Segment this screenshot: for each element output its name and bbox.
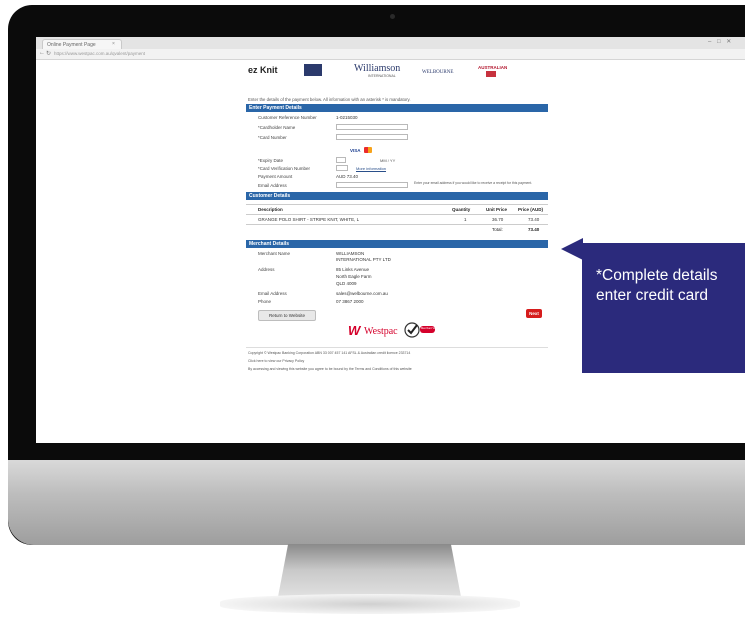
amount-label: Payment Amount: [258, 174, 293, 179]
callout-pointer: [561, 238, 583, 260]
card-number-input[interactable]: [336, 134, 408, 140]
more-info-link[interactable]: More information: [356, 166, 386, 171]
table-row-rule: [246, 224, 548, 225]
merchant-name-label: Merchant Name: [258, 251, 291, 256]
verified-badge: [404, 322, 436, 338]
footer-terms: By accessing and viewing this website yo…: [248, 367, 412, 371]
cvn-label: *Card Verification Number: [258, 166, 311, 171]
merchant-phone-label: Phone: [258, 299, 272, 304]
mastercard-icon: [364, 147, 372, 153]
expiry-month-input[interactable]: [336, 157, 346, 163]
row-description: GRANGE POLO SHIRT - STRIPE KNIT, WHITE, …: [258, 217, 360, 222]
merchant-name-2: INTERNATIONAL PTY LTD: [336, 257, 391, 262]
col-quantity: Quantity: [452, 207, 471, 212]
cardholder-label: *Cardholder Name: [258, 125, 296, 130]
merchant-email-value: sales@welbourne.com.au: [336, 291, 388, 296]
callout-text: *Complete details enter credit card: [596, 266, 745, 306]
browser-tab[interactable]: Online Payment Page: [42, 39, 122, 49]
ezknit-logo: ez Knit: [248, 65, 278, 75]
total-value: 73.40: [528, 227, 540, 232]
expiry-label: *Expiry Date: [258, 158, 284, 163]
email-hint: Enter your email address if you would li…: [414, 181, 533, 185]
westpac-logo: Westpac: [364, 326, 398, 337]
monitor-chin: [8, 460, 745, 545]
williamson-logo: Williamson: [354, 63, 401, 74]
email-label: Email Address: [258, 183, 287, 188]
col-price: Price (AUD): [518, 207, 544, 212]
welbourne-logo: WELBOURNE: [422, 70, 454, 75]
row-price: 73.40: [528, 217, 540, 222]
australian-logo: AUSTRALIAN: [478, 65, 508, 70]
callout-box: [582, 243, 745, 373]
westpac-w-icon: W: [348, 323, 361, 338]
cardholder-input[interactable]: [336, 124, 408, 130]
customer-ref-label: Customer Reference Number: [258, 115, 317, 120]
monitor-screen: Online Payment Page × – □ ✕ ← ↻ https://…: [36, 37, 745, 443]
payment-page: ez Knit Williamson INTERNATIONAL WELBOUR…: [246, 61, 548, 443]
crest-logo: [304, 64, 322, 76]
footer-rule: [246, 347, 548, 348]
email-input[interactable]: [336, 182, 408, 188]
callout-line-1: *Complete details: [596, 267, 718, 284]
card-number-label: *Card Number: [258, 135, 287, 140]
reload-icon[interactable]: ↻: [46, 50, 51, 57]
visa-icon: VISA: [350, 148, 361, 153]
flag-logo: [486, 71, 496, 77]
expiry-hint: MM / YY: [380, 158, 396, 163]
callout-line-2: enter credit card: [596, 287, 708, 304]
col-unit-price: Unit Price: [486, 207, 508, 212]
merchant-address-label: Address: [258, 267, 275, 272]
webcam-dot: [390, 14, 395, 19]
total-label: Total:: [492, 227, 503, 232]
table-top-rule: [246, 204, 548, 205]
window-controls[interactable]: – □ ✕: [708, 38, 733, 45]
amount-value: AUD 73.40: [336, 174, 359, 179]
cvn-input[interactable]: [336, 165, 348, 171]
row-unit-price: 36.70: [492, 217, 504, 222]
merchant-email-label: Email Address: [258, 291, 287, 296]
url-field[interactable]: https://www.westpac.com.au/qvalent/payme…: [54, 51, 174, 57]
next-button[interactable]: Next: [526, 309, 542, 318]
merchant-name-1: WILLIAMSON: [336, 251, 365, 256]
table-header-rule: [246, 214, 548, 215]
row-quantity: 1: [464, 217, 467, 222]
merchant-phone-value: 07 3867 2000: [336, 299, 364, 304]
footer-privacy-link[interactable]: Click here to view our Privacy Policy: [248, 359, 304, 363]
address-line-2: North Eagle Farm: [336, 274, 372, 279]
intro-text: Enter the details of the payment below. …: [248, 97, 411, 102]
williamson-sub-logo: INTERNATIONAL: [368, 74, 396, 78]
payment-section-header: Enter Payment Details: [246, 104, 548, 112]
address-line-3: QLD 4009: [336, 281, 357, 286]
tab-close-icon[interactable]: ×: [112, 41, 115, 47]
monitor-stand-base: [220, 594, 520, 614]
merchant-section-header: Merchant Details: [246, 240, 548, 248]
back-arrow-icon[interactable]: ←: [39, 50, 45, 56]
customer-section-header: Customer Details: [246, 192, 548, 200]
checkmark-badge-icon: [404, 322, 435, 338]
address-line-1: 85 Links Avenue: [336, 267, 369, 272]
col-description: Description: [258, 207, 283, 212]
verified-badge-text: Merchant Verified: [421, 327, 442, 330]
footer-copyright: Copyright © Westpac Banking Corporation …: [248, 351, 411, 355]
customer-ref-value: 1-0215030: [336, 115, 358, 120]
return-to-website-button[interactable]: Return to Website: [258, 310, 316, 321]
